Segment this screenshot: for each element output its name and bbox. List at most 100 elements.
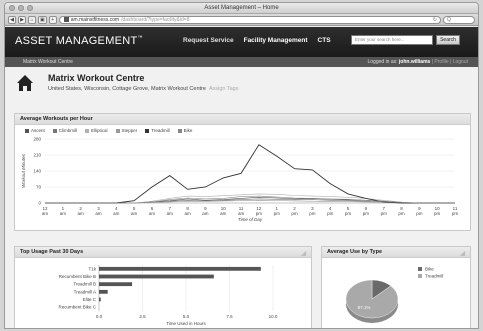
home-icon: ⌂ xyxy=(30,16,34,23)
minimize-window-button[interactable] xyxy=(18,5,24,11)
browser-search-field[interactable]: Q xyxy=(443,15,475,24)
line-chart: 07014021028012am1am2am3am4am5am6am7am8am… xyxy=(21,137,459,223)
legend-swatch xyxy=(418,274,422,278)
x-tick-period: am xyxy=(95,211,102,216)
close-window-button[interactable] xyxy=(9,5,15,11)
back-arrow-icon: ◀ xyxy=(10,16,14,23)
screenshot-frame: Asset Management – Home ◀ ▶ ⌂ ▣ + am.mai… xyxy=(0,0,483,331)
x-tick-period: am xyxy=(113,211,120,216)
main-nav: Request Service Facility Management CTS xyxy=(183,37,331,44)
username-link[interactable]: john.williams xyxy=(399,59,430,65)
panel-title: Top Usage Past 30 Days ◢ xyxy=(15,247,311,258)
category-label: Recumbent Bike C xyxy=(58,305,96,310)
profile-link[interactable]: Profile xyxy=(434,59,448,65)
login-status: Logged in as: john.williams | Profile | … xyxy=(368,57,469,67)
site-header: ASSET MANAGEMENT™ Request Service Facili… xyxy=(5,27,478,57)
x-tick-label: 2.5 xyxy=(139,314,146,319)
logout-link[interactable]: Logout xyxy=(453,59,468,65)
page-title: Matrix Workout Centre xyxy=(48,73,145,83)
x-tick-period: pm xyxy=(256,211,263,216)
x-axis-label: Time Used in Hours xyxy=(166,321,206,326)
site-search-input[interactable]: Enter your search here... xyxy=(351,35,433,45)
legend-swatch xyxy=(85,128,90,133)
facility-home-icon xyxy=(17,75,33,91)
x-tick-period: pm xyxy=(327,211,334,216)
y-tick-label: 210 xyxy=(33,153,41,158)
window-controls xyxy=(9,5,33,11)
web-page: ASSET MANAGEMENT™ Request Service Facili… xyxy=(5,27,478,328)
centre-header: Matrix Workout Centre United States, Wis… xyxy=(14,69,471,101)
x-tick-label: 10.0 xyxy=(269,314,278,319)
plus-icon: + xyxy=(51,16,55,23)
x-tick-period: am xyxy=(202,211,209,216)
category-label: Elite C xyxy=(83,297,97,302)
bar-chart: 0.0 2.5 5.0 7.5 10.0 T1k Recumbent Bike B Tread… xyxy=(58,265,278,326)
x-tick-period: pm xyxy=(434,211,441,216)
add-bookmark-button[interactable]: + xyxy=(48,15,57,24)
category-label: T1k xyxy=(88,266,96,271)
window-title: Asset Management – Home xyxy=(204,5,279,11)
category-label: Recumbent Bike B xyxy=(59,274,96,279)
location-text: United States, Wisconsin, Cottage Grove,… xyxy=(48,86,206,92)
x-tick-period: am xyxy=(167,211,174,216)
x-tick-period: am xyxy=(131,211,138,216)
x-tick-period: pm xyxy=(398,211,405,216)
nav-cts[interactable]: CTS xyxy=(318,37,331,44)
window-titlebar: Asset Management – Home xyxy=(5,3,478,14)
y-tick-label: 0 xyxy=(38,201,41,206)
panel-title: Average Workouts per Hour xyxy=(15,114,470,125)
separator: | xyxy=(450,59,452,65)
bar xyxy=(99,289,108,294)
browser-toolbar: ◀ ▶ ⌂ ▣ + am.mainstfitness.com/dashboard… xyxy=(5,14,478,26)
bookmarks-button[interactable]: ▣ xyxy=(38,15,47,24)
site-search-button[interactable]: Search xyxy=(436,35,460,45)
site-logo[interactable]: ASSET MANAGEMENT™ xyxy=(15,35,143,47)
x-tick-period: pm xyxy=(291,211,298,216)
category-label: Treadmill B xyxy=(73,282,96,287)
browser-window: Asset Management – Home ◀ ▶ ⌂ ▣ + am.mai… xyxy=(4,2,479,329)
logged-in-label: Logged in as: xyxy=(367,59,398,65)
workouts-panel: Average Workouts per Hour Ascent Climbmil… xyxy=(14,113,471,231)
y-tick-label: 280 xyxy=(33,137,41,142)
legend-swatch xyxy=(177,128,182,133)
nav-request-service[interactable]: Request Service xyxy=(183,37,234,44)
forward-arrow-icon: ▶ xyxy=(20,16,24,23)
y-tick-label: 140 xyxy=(33,169,41,174)
bar xyxy=(99,282,133,287)
x-tick-period: am xyxy=(220,211,227,216)
assign-tags-link[interactable]: Assign Tags xyxy=(209,86,239,92)
usage-panel-title: Top Usage Past 30 Days xyxy=(20,249,84,255)
breadcrumb[interactable]: Matrix Workout Centre xyxy=(23,57,73,67)
breadcrumb-bar: Matrix Workout Centre Logged in as: john… xyxy=(5,57,478,67)
nav-facility-management[interactable]: Facility Management xyxy=(244,37,308,44)
legend-label: Bike xyxy=(425,267,434,272)
y-axis-label: Workout Minutes xyxy=(21,153,26,188)
bar xyxy=(99,274,214,279)
x-tick-period: pm xyxy=(452,211,459,216)
reload-icon[interactable]: ↻ xyxy=(433,17,437,23)
back-button[interactable]: ◀ xyxy=(8,15,16,24)
x-tick-period: am xyxy=(42,211,49,216)
y-tick-label: 70 xyxy=(36,185,42,190)
x-tick-period: am xyxy=(149,211,156,216)
x-tick-label: 5.0 xyxy=(183,314,190,319)
legend-swatch xyxy=(115,128,120,133)
line-chart-legend: Ascent Climbmill Elliptical Stepper Treadmil… xyxy=(15,125,470,133)
address-bar[interactable]: am.mainstfitness.com/dashboard/?type=fac… xyxy=(58,15,441,24)
x-tick-period: pm xyxy=(274,211,281,216)
forward-button[interactable]: ▶ xyxy=(18,15,26,24)
home-button[interactable]: ⌂ xyxy=(28,15,36,24)
centre-location: United States, Wisconsin, Cottage Grove,… xyxy=(48,86,239,92)
x-tick-period: pm xyxy=(309,211,316,216)
bar xyxy=(99,297,101,302)
url-host: am.mainstfitness.com xyxy=(70,16,120,23)
legend-swatch xyxy=(52,128,57,133)
category-label: Treadmill A xyxy=(74,289,96,294)
bar xyxy=(99,266,261,271)
x-tick-period: am xyxy=(78,211,85,216)
zoom-window-button[interactable] xyxy=(27,5,33,11)
x-tick-period: am xyxy=(184,211,191,216)
logo-trademark: ™ xyxy=(137,35,143,41)
legend-swatch xyxy=(145,128,150,133)
pie-data-label: 87.1% xyxy=(358,305,371,310)
